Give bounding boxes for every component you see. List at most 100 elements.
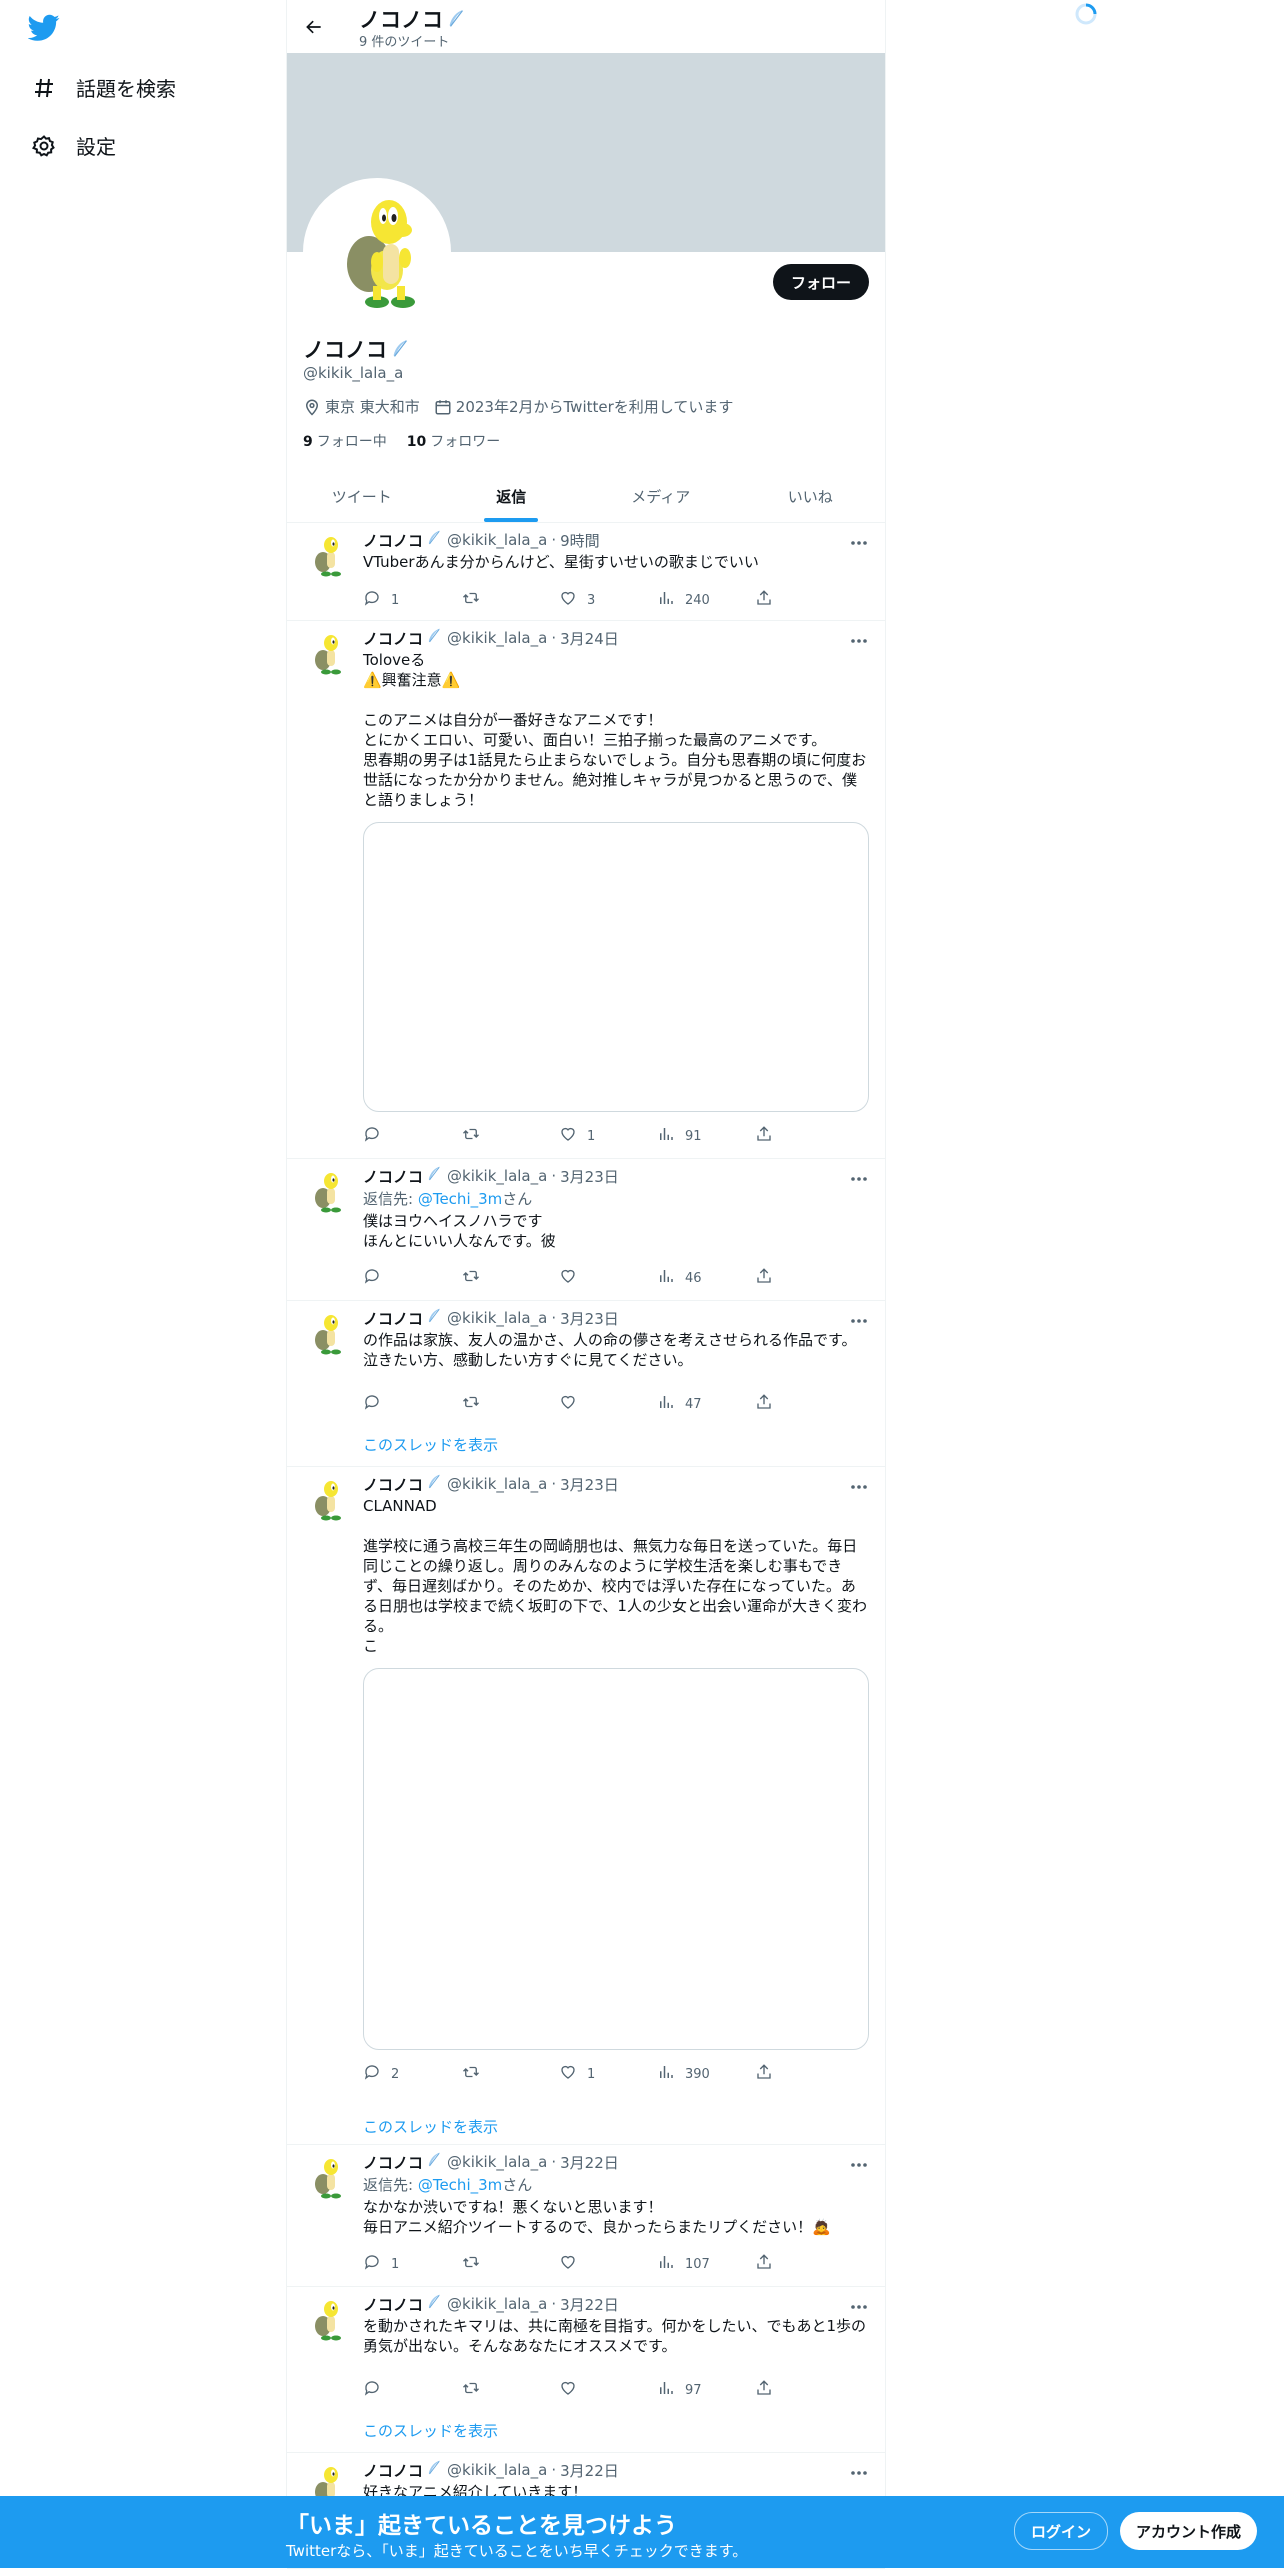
tab-replies[interactable]: 返信 xyxy=(437,470,587,522)
share-button[interactable] xyxy=(755,1125,785,1147)
share-button[interactable] xyxy=(755,2379,785,2401)
tweet[interactable]: ノコノコ @kikik_lala_a · 3月23日 CLANNAD 進学校に通う高校三… xyxy=(287,1466,885,2145)
more-icon[interactable] xyxy=(849,2296,869,2312)
retweet-button[interactable] xyxy=(461,1267,559,1289)
share-button[interactable] xyxy=(755,1267,785,1289)
reply-mention-link[interactable]: @Techi_3m xyxy=(418,2176,502,2194)
tweet-media[interactable] xyxy=(363,822,869,1112)
reply-button[interactable] xyxy=(363,1125,461,1147)
twitter-bird-icon[interactable] xyxy=(27,14,60,42)
reply-mention-link[interactable]: @Techi_3m xyxy=(418,1190,502,1208)
retweet-button[interactable] xyxy=(461,1125,559,1147)
show-thread-link[interactable]: このスレッドを表示 xyxy=(363,1434,498,1455)
tweet-author-handle[interactable]: @kikik_lala_a xyxy=(447,2153,547,2171)
tweet-timestamp[interactable]: 3月24日 xyxy=(560,628,619,649)
nav-settings[interactable]: 設定 xyxy=(30,131,116,160)
views-button[interactable]: 390 xyxy=(657,2063,755,2085)
more-icon[interactable] xyxy=(849,2462,869,2478)
show-thread-link[interactable]: このスレッドを表示 xyxy=(363,2420,498,2441)
views-button[interactable]: 240 xyxy=(657,589,755,611)
tweet-timestamp[interactable]: 3月22日 xyxy=(560,2460,619,2481)
signup-button[interactable]: アカウント作成 xyxy=(1120,2512,1258,2550)
like-button[interactable]: 1 xyxy=(559,2063,657,2085)
tab-tweets[interactable]: ツイート xyxy=(287,470,437,522)
tweet-author-handle[interactable]: @kikik_lala_a xyxy=(447,2461,547,2479)
like-button[interactable] xyxy=(559,2253,657,2275)
share-button[interactable] xyxy=(755,2063,785,2085)
tweet-avatar[interactable] xyxy=(303,1168,351,1216)
share-button[interactable] xyxy=(755,2253,785,2275)
like-button[interactable]: 1 xyxy=(559,1125,657,1147)
more-icon[interactable] xyxy=(849,532,869,548)
more-icon[interactable] xyxy=(849,2154,869,2170)
tweet-author-name[interactable]: ノコノコ xyxy=(363,628,423,649)
tweet-timestamp[interactable]: 3月23日 xyxy=(560,1474,619,1495)
more-icon[interactable] xyxy=(849,1476,869,1492)
tweet-author-name[interactable]: ノコノコ xyxy=(363,530,423,551)
tweet[interactable]: ノコノコ @kikik_lala_a · 3月23日 返信先: @Techi_3mさん僕… xyxy=(287,1158,885,1301)
tweet[interactable]: ノコノコ @kikik_lala_a · 3月22日 を動かされたキマリは、共に南極を目… xyxy=(287,2286,885,2453)
profile-avatar[interactable] xyxy=(303,178,451,326)
reply-button[interactable] xyxy=(363,2379,461,2401)
tweet-author-handle[interactable]: @kikik_lala_a xyxy=(447,2295,547,2313)
tweet-avatar[interactable] xyxy=(303,630,351,678)
tweet-author-name[interactable]: ノコノコ xyxy=(363,2294,423,2315)
like-button[interactable]: 3 xyxy=(559,589,657,611)
reply-button[interactable]: 2 xyxy=(363,2063,461,2085)
tweet[interactable]: ノコノコ @kikik_lala_a · 3月22日 返信先: @Techi_3mさんな… xyxy=(287,2144,885,2287)
tweet-author-handle[interactable]: @kikik_lala_a xyxy=(447,1309,547,1327)
tab-likes[interactable]: いいね xyxy=(736,470,886,522)
retweet-button[interactable] xyxy=(461,2253,559,2275)
reply-button[interactable]: 1 xyxy=(363,589,461,611)
retweet-button[interactable] xyxy=(461,2063,559,2085)
more-icon[interactable] xyxy=(849,1168,869,1184)
tweet-media[interactable] xyxy=(363,1668,869,2050)
back-button[interactable] xyxy=(301,14,327,40)
nav-explore[interactable]: 話題を検索 xyxy=(30,73,176,102)
tab-media[interactable]: メディア xyxy=(586,470,736,522)
retweet-button[interactable] xyxy=(461,589,559,611)
tweet-author-handle[interactable]: @kikik_lala_a xyxy=(447,1167,547,1185)
follow-button[interactable]: フォロー xyxy=(772,264,869,300)
tweet-avatar[interactable] xyxy=(303,2296,351,2344)
tweet-author-name[interactable]: ノコノコ xyxy=(363,2460,423,2481)
following-link[interactable]: 9 フォロー中 xyxy=(303,431,387,451)
tweet-timestamp[interactable]: 9時間 xyxy=(560,530,600,551)
views-button[interactable]: 91 xyxy=(657,1125,755,1147)
reply-button[interactable] xyxy=(363,1393,461,1415)
share-button[interactable] xyxy=(755,1393,785,1415)
tweet-author-name[interactable]: ノコノコ xyxy=(363,2152,423,2173)
tweet-timestamp[interactable]: 3月22日 xyxy=(560,2152,619,2173)
tweet-avatar[interactable] xyxy=(303,1310,351,1358)
tweet-avatar[interactable] xyxy=(303,532,351,580)
retweet-button[interactable] xyxy=(461,2379,559,2401)
tweet-author-name[interactable]: ノコノコ xyxy=(363,1308,423,1329)
tweet[interactable]: ノコノコ @kikik_lala_a · 3月24日 Toloveる ⚠️興奮注意⚠️ … xyxy=(287,620,885,1159)
tweet-timestamp[interactable]: 3月23日 xyxy=(560,1308,619,1329)
views-button[interactable]: 107 xyxy=(657,2253,755,2275)
like-button[interactable] xyxy=(559,1267,657,1289)
tweet-avatar[interactable] xyxy=(303,2154,351,2202)
followers-link[interactable]: 10 フォロワー xyxy=(407,431,500,451)
tweet-avatar[interactable] xyxy=(303,1476,351,1524)
tweet-timestamp[interactable]: 3月23日 xyxy=(560,1166,619,1187)
like-button[interactable] xyxy=(559,1393,657,1415)
tweet-author-name[interactable]: ノコノコ xyxy=(363,1166,423,1187)
views-button[interactable]: 47 xyxy=(657,1393,755,1415)
tweet-author-handle[interactable]: @kikik_lala_a xyxy=(447,531,547,549)
retweet-button[interactable] xyxy=(461,1393,559,1415)
like-button[interactable] xyxy=(559,2379,657,2401)
views-button[interactable]: 97 xyxy=(657,2379,755,2401)
share-button[interactable] xyxy=(755,589,785,611)
views-button[interactable]: 46 xyxy=(657,1267,755,1289)
more-icon[interactable] xyxy=(849,1310,869,1326)
more-icon[interactable] xyxy=(849,630,869,646)
tweet-timestamp[interactable]: 3月22日 xyxy=(560,2294,619,2315)
reply-button[interactable] xyxy=(363,1267,461,1289)
tweet-author-name[interactable]: ノコノコ xyxy=(363,1474,423,1495)
show-thread-link[interactable]: このスレッドを表示 xyxy=(363,2116,498,2137)
tweet[interactable]: ノコノコ @kikik_lala_a · 9時間 VTuberあんま分からんけど、星街す… xyxy=(287,522,885,621)
tweet-author-handle[interactable]: @kikik_lala_a xyxy=(447,1475,547,1493)
login-button[interactable]: ログイン xyxy=(1014,2512,1109,2550)
tweet[interactable]: ノコノコ @kikik_lala_a · 3月23日 の作品は家族、友人の温かさ、人の命… xyxy=(287,1300,885,1467)
